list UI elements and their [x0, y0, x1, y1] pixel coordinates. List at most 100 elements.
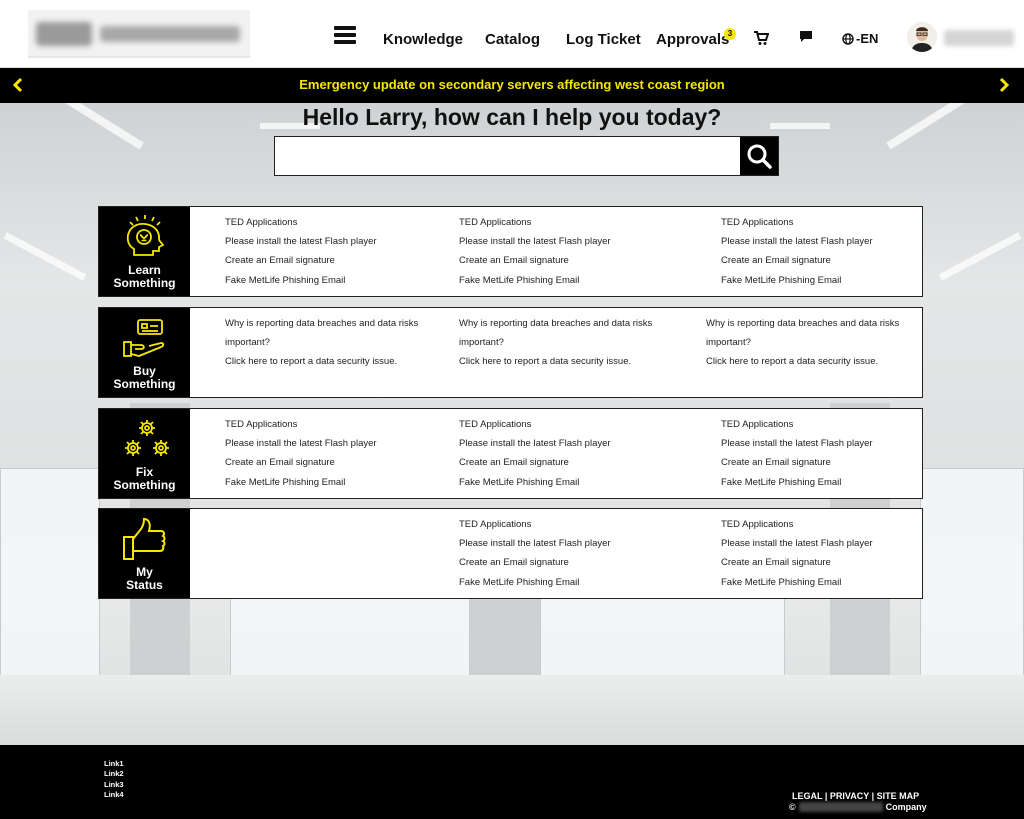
list-item[interactable]: Create an Email signature	[721, 553, 873, 572]
list-item[interactable]: Fake MetLife Phishing Email	[225, 271, 377, 290]
approvals-count-badge: 3	[724, 28, 736, 40]
legal-link[interactable]: LEGAL	[792, 791, 822, 801]
list-item[interactable]: Click here to report a data security iss…	[225, 352, 425, 371]
nav-knowledge[interactable]: Knowledge	[383, 31, 463, 48]
list-item[interactable]: TED Applications	[721, 415, 873, 434]
announcement-bar: Emergency update on secondary servers af…	[0, 68, 1024, 103]
footer-link[interactable]: Link4	[104, 790, 124, 800]
list-item[interactable]: Fake MetLife Phishing Email	[721, 573, 873, 592]
globe-icon	[842, 32, 854, 45]
search-button[interactable]	[740, 137, 778, 175]
list-item[interactable]: TED Applications	[225, 213, 377, 232]
tile-label-line2: Something	[113, 377, 176, 391]
list-item[interactable]: Why is reporting data breaches and data …	[706, 314, 906, 352]
list-item[interactable]: Create an Email signature	[225, 251, 377, 270]
panel-fix-something: Fix Something TED Applications Please in…	[98, 408, 923, 499]
thumbs-up-icon	[123, 517, 166, 560]
page-footer: Link1 Link2 Link3 Link4 LEGAL | PRIVACY …	[0, 745, 1024, 819]
list-item[interactable]: Create an Email signature	[459, 553, 611, 572]
panel-column: TED Applications Please install the late…	[459, 415, 611, 492]
greeting-heading: Hello Larry, how can I help you today?	[302, 104, 722, 130]
nav-catalog[interactable]: Catalog	[485, 31, 540, 48]
panel-learn-something: Learn Something TED Applications Please …	[98, 206, 923, 297]
list-item[interactable]: Please install the latest Flash player	[225, 434, 377, 453]
tile-my-status[interactable]: My Status	[99, 509, 190, 598]
company-name-blurred	[798, 802, 883, 812]
tile-fix-something[interactable]: Fix Something	[99, 409, 190, 498]
footer-link[interactable]: Link2	[104, 769, 124, 779]
panel-column: TED Applications Please install the late…	[721, 515, 873, 592]
footer-links: Link1 Link2 Link3 Link4	[104, 759, 124, 800]
tile-learn-something[interactable]: Learn Something	[99, 207, 190, 296]
list-item[interactable]: Click here to report a data security iss…	[459, 352, 659, 371]
cart-icon[interactable]	[753, 30, 771, 46]
language-label: -EN	[856, 31, 879, 46]
tile-buy-something[interactable]: Buy Something	[99, 308, 190, 397]
list-item[interactable]: TED Applications	[721, 515, 873, 534]
search-input[interactable]	[275, 137, 740, 175]
list-item[interactable]: Please install the latest Flash player	[721, 232, 873, 251]
tile-label-line2: Something	[113, 478, 176, 492]
list-item[interactable]: TED Applications	[225, 415, 377, 434]
panel-column: TED Applications Please install the late…	[721, 415, 873, 492]
list-item[interactable]: Fake MetLife Phishing Email	[721, 271, 873, 290]
panel-column: Why is reporting data breaches and data …	[459, 314, 659, 372]
company-label: Company	[885, 802, 927, 812]
panel-buy-something: Buy Something Why is reporting data brea…	[98, 307, 923, 398]
list-item[interactable]: TED Applications	[459, 515, 611, 534]
announcement-text[interactable]: Emergency update on secondary servers af…	[0, 77, 1024, 92]
list-item[interactable]: Fake MetLife Phishing Email	[225, 473, 377, 492]
list-item[interactable]: Create an Email signature	[721, 251, 873, 270]
copyright: © Company	[789, 802, 927, 812]
list-item[interactable]: Create an Email signature	[721, 453, 873, 472]
list-item[interactable]: Click here to report a data security iss…	[706, 352, 906, 371]
list-item[interactable]: Why is reporting data breaches and data …	[225, 314, 425, 352]
list-item[interactable]: Fake MetLife Phishing Email	[721, 473, 873, 492]
footer-link[interactable]: Link3	[104, 780, 124, 790]
list-item[interactable]: Create an Email signature	[459, 453, 611, 472]
user-avatar[interactable]	[907, 22, 937, 52]
top-header: Knowledge Catalog Log Ticket Approvals 3…	[0, 0, 1024, 68]
footer-link[interactable]: Link1	[104, 759, 124, 769]
panel-column: TED Applications Please install the late…	[225, 415, 377, 492]
tile-label-line2: Something	[113, 276, 176, 290]
menu-hamburger-icon[interactable]	[334, 26, 356, 44]
copyright-symbol: ©	[789, 802, 796, 812]
user-name-blurred[interactable]	[944, 30, 1014, 46]
chevron-right-icon[interactable]	[998, 77, 1012, 93]
panel-my-status: My Status TED Applications Please instal…	[98, 508, 923, 599]
list-item[interactable]: Please install the latest Flash player	[721, 534, 873, 553]
list-item[interactable]: Create an Email signature	[459, 251, 611, 270]
list-item[interactable]: TED Applications	[459, 213, 611, 232]
panel-column: Why is reporting data breaches and data …	[225, 314, 425, 372]
panel-column: TED Applications Please install the late…	[721, 213, 873, 290]
footer-legal-links: LEGAL | PRIVACY | SITE MAP	[792, 791, 920, 801]
brain-head-icon	[126, 215, 165, 256]
search-bar	[274, 136, 779, 176]
list-item[interactable]: TED Applications	[459, 415, 611, 434]
company-logo[interactable]	[28, 10, 250, 58]
list-item[interactable]: Please install the latest Flash player	[721, 434, 873, 453]
list-item[interactable]: Create an Email signature	[225, 453, 377, 472]
sitemap-link[interactable]: SITE MAP	[877, 791, 920, 801]
list-item[interactable]: Please install the latest Flash player	[459, 434, 611, 453]
tile-label-line2: Status	[126, 578, 163, 592]
list-item[interactable]: Please install the latest Flash player	[225, 232, 377, 251]
nav-approvals[interactable]: Approvals	[656, 31, 729, 48]
nav-log-ticket[interactable]: Log Ticket	[566, 31, 641, 48]
panel-column: TED Applications Please install the late…	[459, 515, 611, 592]
list-item[interactable]: Fake MetLife Phishing Email	[459, 573, 611, 592]
list-item[interactable]: Please install the latest Flash player	[459, 232, 611, 251]
list-item[interactable]: Please install the latest Flash player	[459, 534, 611, 553]
privacy-link[interactable]: PRIVACY	[830, 791, 869, 801]
list-item[interactable]: Fake MetLife Phishing Email	[459, 473, 611, 492]
panel-column: TED Applications Please install the late…	[225, 213, 377, 290]
panel-column: Why is reporting data breaches and data …	[706, 314, 906, 372]
list-item[interactable]: Fake MetLife Phishing Email	[459, 271, 611, 290]
list-item[interactable]: Why is reporting data breaches and data …	[459, 314, 659, 352]
hand-card-icon	[123, 319, 165, 357]
gears-icon	[125, 420, 169, 456]
chat-icon[interactable]	[799, 30, 817, 46]
list-item[interactable]: TED Applications	[721, 213, 873, 232]
language-selector[interactable]: -EN	[842, 31, 878, 46]
